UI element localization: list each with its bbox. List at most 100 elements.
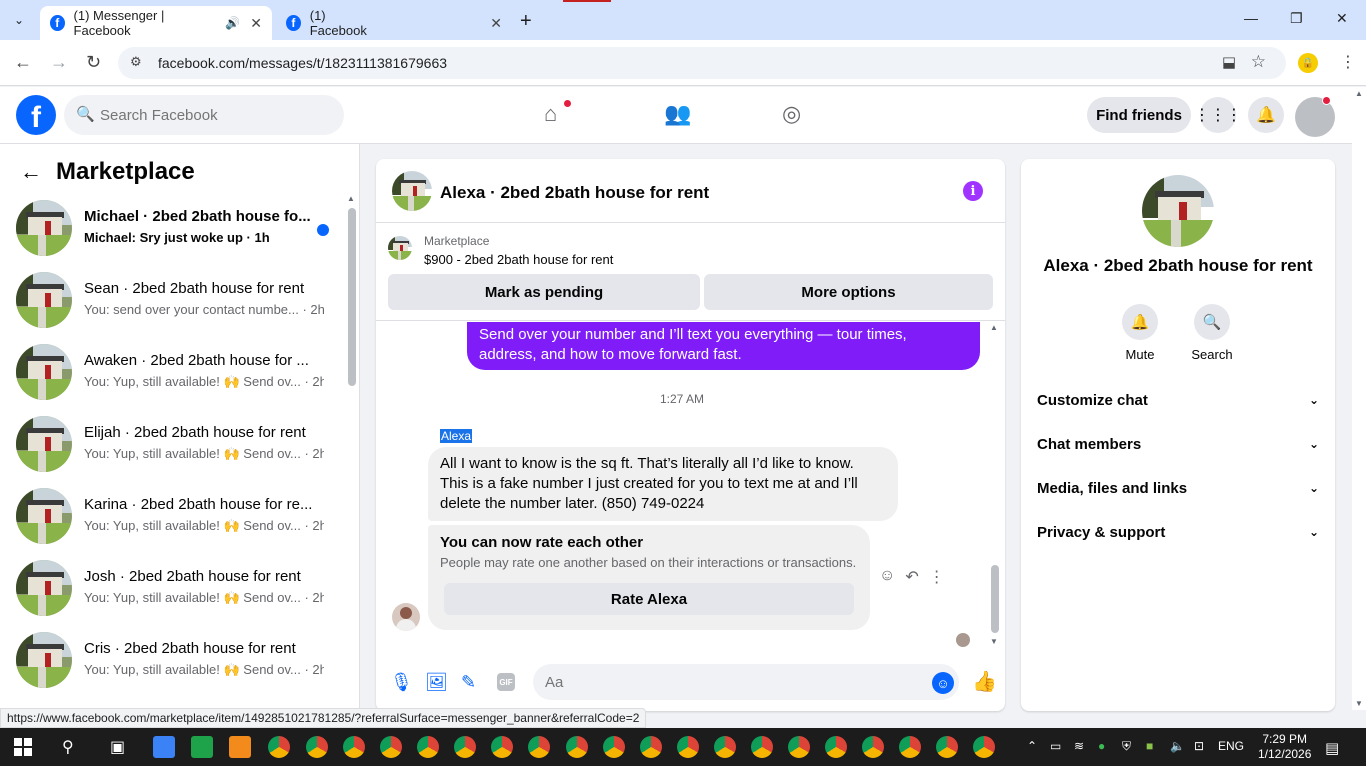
shield-icon[interactable]: ⛨ [1122,739,1131,754]
extension-icon[interactable]: 🔒 [1298,53,1318,73]
chat-avatar[interactable] [392,171,432,211]
conversation-item[interactable]: Karina · 2bed 2bath house for re... You: … [0,486,345,558]
volume-icon[interactable]: 🔈 [1170,739,1185,753]
conversation-item[interactable]: Elijah · 2bed 2bath house for rent You: Y… [0,414,345,486]
tray-app-icon[interactable]: ■ [1146,739,1153,753]
close-tab-icon[interactable]: ✕ [490,15,502,32]
facebook-search[interactable]: 🔍 [64,95,344,135]
chrome-profile-icon[interactable] [566,736,588,758]
browser-menu-icon[interactable]: ⋮ [1340,52,1356,72]
facebook-logo-icon[interactable]: f [16,95,56,135]
tab-search-button[interactable]: ⌄ [6,8,32,32]
message-input[interactable] [545,664,915,700]
wifi-icon[interactable]: ≋ [1074,739,1084,753]
listing-thumbnail[interactable] [388,236,412,260]
battery-icon[interactable]: ▭ [1050,739,1061,753]
chrome-profile-icon[interactable] [899,736,921,758]
bookmark-star-icon[interactable]: ☆ [1251,52,1266,72]
chrome-profile-icon[interactable] [454,736,476,758]
sender-avatar[interactable] [392,603,420,631]
chat-title[interactable]: Alexa · 2bed 2bath house for rent [440,183,709,203]
chrome-profile-icon[interactable] [528,736,550,758]
tray-expand-icon[interactable]: ⌃ [1027,739,1037,753]
info-icon[interactable]: i [963,181,983,201]
close-tab-icon[interactable]: ✕ [250,15,262,32]
chrome-profile-icon[interactable] [936,736,958,758]
mark-as-pending-button[interactable]: Mark as pending [388,274,700,310]
more-icon[interactable]: ⋮ [929,567,945,587]
microphone-icon[interactable]: 🎙 [390,672,413,693]
chrome-profile-icon[interactable] [677,736,699,758]
facebook-search-input[interactable] [100,95,330,135]
bell-icon[interactable]: 🔔 [1122,304,1158,340]
scroll-up-arrow-icon[interactable]: ▲ [1355,89,1363,98]
privacy-support-row[interactable]: Privacy & support ⌄ [1037,512,1319,552]
close-window-button[interactable]: ✕ [1336,10,1348,27]
browser-tab-facebook[interactable]: f (1) Facebook ✕ [276,6,512,40]
mute-action[interactable]: 🔔 Mute [1110,304,1170,362]
conversation-item[interactable]: Josh · 2bed 2bath house for rent You: Yup… [0,558,345,630]
taskbar-clock[interactable]: 7:29 PM 1/12/2026 [1258,732,1311,762]
chat-scrollbar[interactable] [991,565,999,633]
friends-icon[interactable]: 👥 [664,101,691,127]
chrome-profile-icon[interactable] [268,736,290,758]
chrome-profile-icon[interactable] [751,736,773,758]
chrome-profile-icon[interactable] [862,736,884,758]
scroll-up-arrow-icon[interactable]: ▲ [347,194,355,203]
scroll-up-arrow-icon[interactable]: ▲ [990,323,998,332]
listing-title[interactable]: $900 - 2bed 2bath house for rent [424,252,613,267]
notification-center-icon[interactable]: ▤ [1325,739,1339,757]
restore-button[interactable]: ❐ [1290,10,1303,27]
chrome-profile-icon[interactable] [788,736,810,758]
scroll-down-arrow-icon[interactable]: ▼ [1355,699,1363,708]
chat-members-row[interactable]: Chat members ⌄ [1037,424,1319,464]
browser-tab-messenger[interactable]: f (1) Messenger | Facebook 🔊 ✕ [40,6,272,40]
chrome-profile-icon[interactable] [306,736,328,758]
address-bar[interactable]: ⚙ facebook.com/messages/t/18231113816796… [118,47,1286,79]
gif-icon[interactable]: GIF [497,673,515,691]
conversation-item[interactable]: Awaken · 2bed 2bath house for ... You: Yu… [0,342,345,414]
conversation-item[interactable]: Sean · 2bed 2bath house for rent You: sen… [0,270,345,342]
minimize-button[interactable]: — [1244,10,1258,26]
media-files-links-row[interactable]: Media, files and links ⌄ [1037,468,1319,508]
customize-chat-row[interactable]: Customize chat ⌄ [1037,380,1319,420]
incoming-message[interactable]: All I want to know is the sq ft. That’s … [428,447,898,521]
search-action[interactable]: 🔍 Search [1182,304,1242,362]
forward-icon[interactable]: → [50,52,68,73]
reload-icon[interactable]: ↻ [86,52,101,73]
rate-alexa-button[interactable]: Rate Alexa [444,583,854,615]
chrome-profile-icon[interactable] [417,736,439,758]
chrome-profile-icon[interactable] [603,736,625,758]
outgoing-message[interactable]: Send over your number and I’ll text you … [467,322,980,370]
thumbs-up-icon[interactable]: 👍 [972,669,997,694]
react-emoji-icon[interactable]: ☺ [879,567,895,587]
spreadsheet-app-icon[interactable] [191,736,213,758]
chat-info-avatar[interactable] [1142,175,1214,247]
home-icon[interactable]: ⌂ [544,101,557,127]
vlc-icon[interactable] [229,736,251,758]
photo-icon[interactable]: 🖼 [425,672,448,693]
notifications-bell-icon[interactable]: 🔔 [1248,97,1284,133]
more-options-button[interactable]: More options [704,274,993,310]
chrome-profile-icon[interactable] [714,736,736,758]
site-info-icon[interactable]: ⚙ [130,54,142,70]
task-view-icon[interactable]: ▣ [110,737,125,757]
back-arrow-icon[interactable]: ← [20,159,42,185]
tray-app-icon[interactable]: ● [1098,739,1105,753]
install-app-icon[interactable]: ⬓ [1222,53,1236,71]
conversation-item[interactable]: Michael · 2bed 2bath house fo... Michael:… [0,198,345,270]
message-input-box[interactable] [533,664,959,700]
back-icon[interactable]: ← [14,52,32,73]
chrome-profile-icon[interactable] [380,736,402,758]
groups-icon[interactable]: ◎ [782,101,801,127]
search-icon[interactable]: 🔍 [1194,304,1230,340]
page-scrollbar[interactable]: ▲ ▼ [1352,87,1366,710]
find-friends-button[interactable]: Find friends [1087,97,1191,133]
chrome-profile-icon[interactable] [640,736,662,758]
speaker-icon[interactable]: 🔊 [225,16,240,30]
sticker-icon[interactable]: ✎ [461,672,476,693]
chrome-profile-icon[interactable] [491,736,513,758]
conversation-item[interactable]: Cris · 2bed 2bath house for rent You: Yup… [0,630,345,702]
list-scrollbar[interactable] [348,208,356,386]
new-tab-button[interactable]: + [520,10,532,33]
